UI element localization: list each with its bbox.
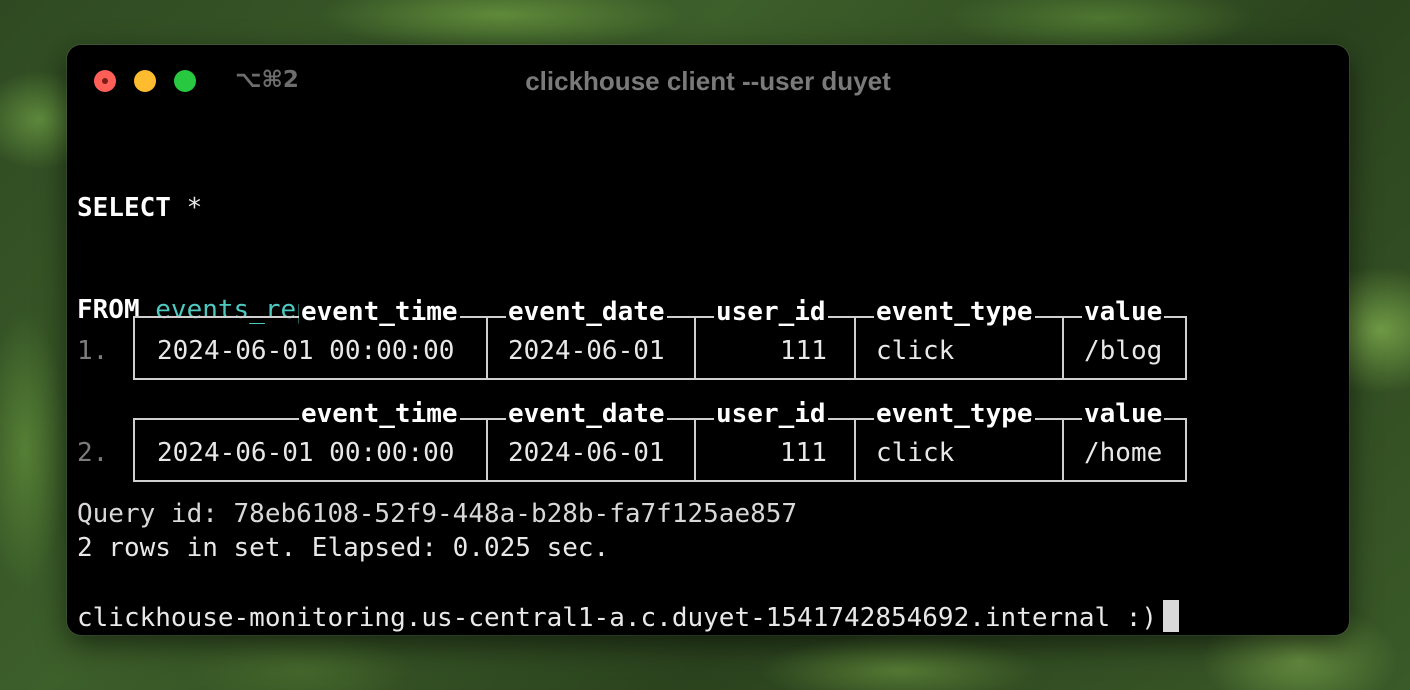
header-event-type: event_type	[874, 399, 1035, 429]
column-separator	[854, 418, 856, 482]
cell-event-date: 2024-06-01	[508, 438, 665, 468]
row-index: 2.	[77, 438, 109, 468]
column-separator	[486, 418, 488, 482]
header-event-type: event_type	[874, 297, 1035, 327]
cell-event-type: click	[876, 336, 955, 366]
prompt-line[interactable]: clickhouse-monitoring.us-central1-a.c.du…	[77, 600, 1180, 633]
window-title: clickhouse client --user duyet	[525, 66, 891, 96]
query-line-select: SELECT *	[77, 191, 797, 225]
title-bar: ⌥⌘2 clickhouse client --user duyet	[67, 45, 1349, 115]
header-value: value	[1082, 399, 1165, 429]
terminal-window: ⌥⌘2 clickhouse client --user duyet SELEC…	[67, 45, 1349, 635]
shell-prompt: clickhouse-monitoring.us-central1-a.c.du…	[77, 603, 1158, 633]
header-event-time: event_time	[299, 399, 460, 429]
select-keyword: SELECT	[77, 193, 171, 223]
text-cursor[interactable]	[1163, 600, 1180, 632]
cell-value: /home	[1084, 438, 1163, 468]
cell-event-time: 2024-06-01 00:00:00	[157, 438, 455, 468]
header-value: value	[1082, 297, 1165, 327]
cell-user-id: 111	[780, 438, 827, 468]
select-star: *	[170, 193, 203, 223]
column-separator	[1062, 418, 1064, 482]
result-summary: 2 rows in set. Elapsed: 0.025 sec.	[77, 533, 610, 563]
cell-user-id: 111	[780, 336, 827, 366]
query-id: Query id: 78eb6108-52f9-448a-b28b-fa7f12…	[77, 499, 798, 529]
cell-event-time: 2024-06-01 00:00:00	[157, 336, 455, 366]
result-row-2: 2. event_time event_date user_id event_t…	[77, 397, 1217, 483]
cell-event-date: 2024-06-01	[508, 336, 665, 366]
header-user-id: user_id	[714, 399, 828, 429]
cell-event-type: click	[876, 438, 955, 468]
result-row-1: 1. event_time event_date user_id event_t…	[77, 295, 1217, 381]
column-separator	[854, 316, 856, 380]
header-event-time: event_time	[299, 297, 460, 327]
header-event-date: event_date	[506, 399, 667, 429]
header-user-id: user_id	[714, 297, 828, 327]
cell-value: /blog	[1084, 336, 1163, 366]
column-separator	[1062, 316, 1064, 380]
column-separator	[694, 316, 696, 380]
column-separator	[486, 316, 488, 380]
row-index: 1.	[77, 336, 109, 366]
column-separator	[694, 418, 696, 482]
header-event-date: event_date	[506, 297, 667, 327]
